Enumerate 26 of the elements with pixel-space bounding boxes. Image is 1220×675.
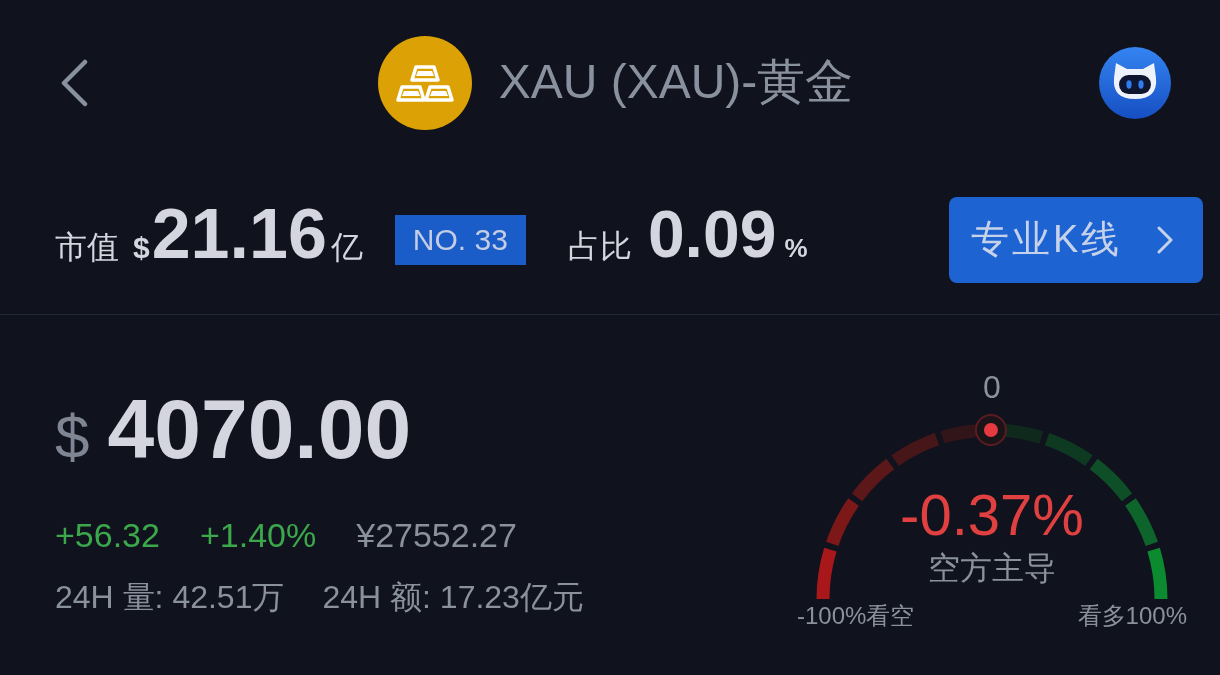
kline-button[interactable]: 专业K线 bbox=[949, 196, 1203, 283]
currency-symbol: $ bbox=[133, 232, 150, 263]
market-cap-label: 市值 bbox=[55, 230, 119, 263]
back-icon[interactable] bbox=[60, 58, 88, 107]
ingot-stack-icon bbox=[377, 35, 472, 130]
price-value: 4070.00 bbox=[107, 387, 412, 471]
bearish-end-label: -100%看空 bbox=[797, 604, 915, 628]
share-unit: % bbox=[784, 234, 808, 261]
currency-symbol: $ bbox=[55, 406, 90, 468]
market-cap-unit: 亿 bbox=[330, 230, 363, 263]
share-value: 0.09 bbox=[647, 200, 777, 267]
volume-24h: 24H 量: 42.51万 bbox=[55, 581, 285, 615]
sentiment-reading: -0.37% bbox=[900, 486, 1084, 544]
chevron-right-icon bbox=[1157, 225, 1173, 254]
cny-price: ¥27552.27 bbox=[356, 518, 517, 552]
bullish-end-label: 看多100% bbox=[1077, 604, 1187, 628]
robot-icon[interactable] bbox=[1099, 46, 1171, 119]
rank-tag: NO. 33 bbox=[394, 214, 526, 265]
share-label: 占比 bbox=[567, 229, 632, 262]
turnover-24h: 24H 额: 17.23亿元 bbox=[322, 581, 584, 615]
market-cap-value: 21.16 bbox=[151, 198, 327, 269]
sentiment-caption: 空方主导 bbox=[928, 552, 1056, 584]
price-change: +56.32 bbox=[55, 518, 160, 552]
price-change-percent: +1.40% bbox=[199, 518, 317, 552]
page-title: XAU (XAU)-黄金 bbox=[498, 56, 854, 109]
gauge-center-label: 0 bbox=[983, 371, 1001, 403]
